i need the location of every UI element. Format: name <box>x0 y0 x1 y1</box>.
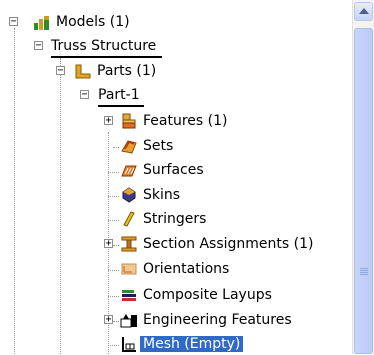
tree-connector <box>108 270 119 271</box>
skins-icon <box>120 186 138 204</box>
tree-node-section-assignments[interactable]: Section Assignments (1) <box>120 233 313 255</box>
features-icon <box>120 112 138 130</box>
mesh-label: Mesh (Empty) <box>140 336 244 352</box>
models-label: Models (1) <box>56 14 130 30</box>
expand-features-toggle[interactable]: + <box>104 116 113 126</box>
orientations-icon <box>120 260 138 278</box>
section-assignments-label: Section Assignments (1) <box>143 236 314 252</box>
tree-connector <box>108 296 119 297</box>
tree-node-truss-structure[interactable]: Truss Structure <box>51 35 156 57</box>
tree-node-parts[interactable]: Parts (1) <box>74 60 156 82</box>
stringers-label: Stringers <box>143 211 207 227</box>
surfaces-label: Surfaces <box>143 162 204 178</box>
tree-node-composite-layups[interactable]: Composite Layups <box>120 284 272 306</box>
surfaces-icon <box>120 161 138 179</box>
tree-connector <box>108 196 119 197</box>
collapse-parts-toggle[interactable]: − <box>56 66 65 76</box>
tree-node-models[interactable]: Models (1) <box>33 11 130 33</box>
expand-section-assignments-toggle[interactable]: + <box>104 239 113 249</box>
thumb-grip <box>360 270 368 271</box>
engineering-features-label: Engineering Features <box>143 312 292 328</box>
composite-layups-label: Composite Layups <box>143 287 272 303</box>
scrollbar-thumb[interactable] <box>354 28 373 354</box>
collapse-models-toggle[interactable]: − <box>9 17 18 27</box>
model-tree: − Models (1) − Truss Structure − Parts (… <box>0 0 352 354</box>
tree-node-engineering-features[interactable]: Engineering Features <box>120 309 292 331</box>
scroll-up-button[interactable] <box>354 2 373 21</box>
orientations-label: Orientations <box>143 261 230 277</box>
tree-node-orientations[interactable]: Orientations <box>120 258 229 280</box>
stringers-icon <box>120 210 138 228</box>
current-part-underline <box>98 105 144 107</box>
sets-label: Sets <box>143 138 174 154</box>
tree-node-surfaces[interactable]: Surfaces <box>120 159 204 181</box>
tree-connector <box>113 321 119 322</box>
composite-layups-icon <box>120 286 138 304</box>
mesh-icon <box>120 335 138 353</box>
tree-connector <box>108 345 119 346</box>
thumb-grip <box>360 272 368 273</box>
vertical-scrollbar[interactable] <box>352 0 374 354</box>
collapse-truss-toggle[interactable]: − <box>34 41 43 51</box>
tree-node-sets[interactable]: Sets <box>120 135 173 157</box>
part-1-label: Part-1 <box>98 87 140 103</box>
skins-label: Skins <box>143 187 181 203</box>
truss-structure-label: Truss Structure <box>51 38 157 54</box>
tree-connector <box>113 147 119 148</box>
tree-node-features[interactable]: Features (1) <box>120 110 227 132</box>
features-label: Features (1) <box>143 113 228 129</box>
collapse-part1-toggle[interactable]: − <box>80 90 89 100</box>
tree-connector <box>108 220 119 221</box>
tree-node-skins[interactable]: Skins <box>120 184 180 206</box>
sets-icon <box>120 137 138 155</box>
tree-connector <box>14 28 15 354</box>
tree-connector <box>60 58 61 354</box>
tree-connector <box>113 245 119 246</box>
engineering-features-icon <box>120 311 138 329</box>
thumb-grip <box>360 274 368 275</box>
current-model-underline <box>51 56 162 58</box>
tree-connector <box>108 172 119 173</box>
tree-node-mesh[interactable]: Mesh (Empty) <box>120 333 244 355</box>
expand-engineering-features-toggle[interactable]: + <box>104 315 113 325</box>
thumb-grip <box>360 268 368 269</box>
tree-node-part-1[interactable]: Part-1 <box>98 84 140 106</box>
tree-node-stringers[interactable]: Stringers <box>120 208 206 230</box>
section-assignments-icon <box>120 235 138 253</box>
parts-icon <box>74 62 92 80</box>
models-icon <box>33 13 51 31</box>
parts-label: Parts (1) <box>97 63 157 79</box>
